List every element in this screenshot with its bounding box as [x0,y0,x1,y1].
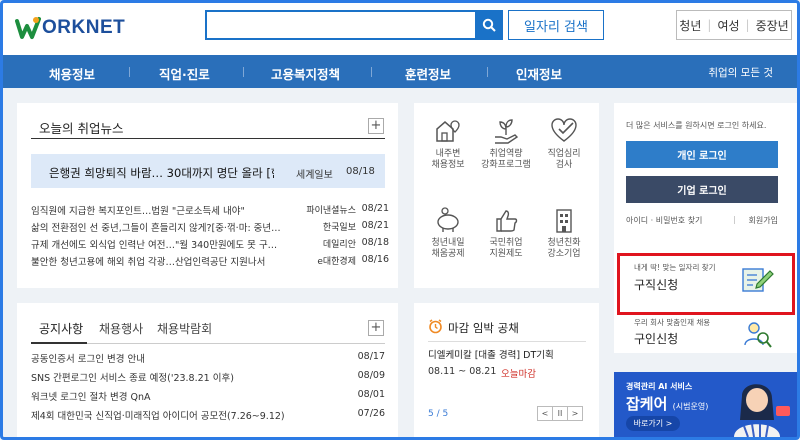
sprout-hand-icon [495,119,519,144]
deadline-title: 마감 임박 공채 [448,321,519,335]
headline-date: 08/18 [346,166,375,177]
job-search-button[interactable]: 일자리 검색 [508,10,604,40]
list-item[interactable]: 규제 개선에도 외식업 인력난 여전…"월 340만원에도 못 구… 데일리안 … [31,237,389,253]
service-youth-savings[interactable]: 청년내일 채움공제 [420,206,476,260]
nav-item-talent[interactable]: 인재정보 [516,64,562,83]
news-headline[interactable]: 은행권 희망퇴직 바람… 30대까지 명단 올라 [한… 세계일보 08/18 [31,154,385,188]
banner-subtitle: 경력관리 AI 서비스 [626,382,693,391]
list-item[interactable]: 제4회 대한민국 신직업·미래직업 아이디어 공모전(7.26~9.12) 07… [31,408,385,422]
login-message: 더 많은 서비스를 원하시면 로그인 하세요. [626,121,767,130]
service-psych-test[interactable]: 직업심리 검사 [536,117,592,171]
list-item[interactable]: 공동인증서 로그인 변경 안내 08/17 [31,351,385,365]
list-item[interactable]: SNS 간편로그인 서비스 종료 예정('23.8.21 이후) 08/09 [31,370,385,384]
service-national-employment[interactable]: 국민취업 지원제도 [478,206,534,260]
deadline-panel: 마감 임박 공채 디엘케미칼 [대졸 경력] DT기획 08.11 ~ 08.2… [414,303,599,437]
list-item[interactable]: 불안한 청년고용에 해외 취업 각광…산업인력공단 지원나서 e대한경제 08/… [31,254,389,270]
company-login-button[interactable]: 기업 로그인 [626,176,778,203]
service-youth-friendly-sme[interactable]: 청년친화 강소기업 [536,206,592,260]
tab-job-fairs[interactable]: 채용박람회 [157,320,212,337]
alarm-clock-icon [429,319,442,334]
notice-panel: 공지사항 채용행사 채용박람회 + 공동인증서 로그인 변경 안내 08/17 … [17,303,398,437]
tab-notices[interactable]: 공지사항 [39,320,83,337]
apply-highlight-box [617,253,795,315]
audience-middle-aged[interactable]: 중장년 [756,17,789,34]
headline-title: 은행권 희망퇴직 바람… 30대까지 명단 올라 [한… [49,166,274,180]
news-more-button[interactable]: + [368,118,384,134]
worknet-logo[interactable]: ORKNET [15,13,125,43]
tab-hiring-events[interactable]: 채용행사 [99,320,143,337]
find-account-link[interactable]: 아이디 · 비밀번호 찾기 [626,215,702,226]
audience-women[interactable]: 여성 [717,17,739,34]
thumbs-up-icon [496,210,518,232]
jobcare-banner[interactable]: 경력관리 AI 서비스 잡케어 (시범운영) 바로가기 > [614,372,797,437]
list-item[interactable]: 삶의 전환점인 선 중년,그들이 흔들리지 않게?[중·꺾·마: 중년… 한국일… [31,220,389,236]
prev-button[interactable]: < [537,406,553,421]
logo-text: ORKNET [42,17,126,38]
map-location-icon [436,120,460,142]
notice-more-button[interactable]: + [368,320,384,336]
deadline-pager: 5 / 5 [428,409,449,419]
news-title: 오늘의 취업뉴스 [39,121,124,136]
audience-menu: 청년 | 여성 | 중장년 [676,10,792,40]
search-input[interactable] [205,10,477,40]
deadline-pager-controls: < II > [537,406,583,421]
nav-item-welfare[interactable]: 고용복지정책 [271,64,340,83]
banner-title: 잡케어 (시범운영) [626,395,709,413]
header: ORKNET 일자리 검색 청년 | 여성 | 중장년 [3,3,797,55]
deadline-today-badge: 오늘마감 [501,369,536,380]
next-button[interactable]: > [567,406,583,421]
banner-go-button[interactable]: 바로가기 > [626,416,680,431]
building-icon [556,209,572,233]
join-link[interactable]: 회원가입 [749,215,778,226]
nav-item-career[interactable]: 직업·진로 [159,64,210,83]
person-search-icon[interactable] [742,319,772,349]
deadline-period: 08.11 ~ 08.21 [428,366,497,377]
search-icon [482,18,496,32]
audience-youth[interactable]: 청년 [679,17,701,34]
search-button[interactable] [475,10,503,40]
list-item[interactable]: 워크넷 로그인 절차 변경 QnA 08/01 [31,389,385,403]
personal-login-button[interactable]: 개인 로그인 [626,141,778,168]
list-item[interactable]: 임직원에 지급한 복지포인트…법원 "근로소득세 내야" 파이낸셜뉴스 08/2… [31,203,389,219]
services-panel: 내주변 채용정보 취업역량 강화프로그램 직업심리 검사 청년내일 채움공제 국… [414,103,599,288]
service-employment-program[interactable]: 취업역량 강화프로그램 [478,117,534,171]
hire-title[interactable]: 구인신청 [634,330,678,347]
nav-item-training[interactable]: 훈련정보 [405,64,451,83]
logo-w-icon [15,17,41,39]
login-panel: 더 많은 서비스를 원하시면 로그인 하세요. 개인 로그인 기업 로그인 아이… [614,103,797,353]
deadline-posting[interactable]: 디엘케미칼 [대졸 경력] DT기획 [428,347,554,361]
hire-subtitle: 우리 회사 맞춤인재 채용 [634,318,711,327]
headline-source: 세계일보 [296,170,333,181]
service-nearby-jobs[interactable]: 내주변 채용정보 [420,117,476,171]
piggy-bank-icon [437,207,459,232]
woman-illustration-icon [734,384,790,437]
pause-button[interactable]: II [552,406,568,421]
nav-item-jobs[interactable]: 채용정보 [49,64,95,83]
main-nav: 채용정보 직업·진로 고용복지정책 훈련정보 인재정보 취업의 모든 것 [3,55,797,88]
news-panel: 오늘의 취업뉴스 + 은행권 희망퇴직 바람… 30대까지 명단 올라 [한… … [17,103,398,288]
heart-check-icon [551,118,577,142]
nav-all-services[interactable]: 취업의 모든 것 [708,65,773,80]
